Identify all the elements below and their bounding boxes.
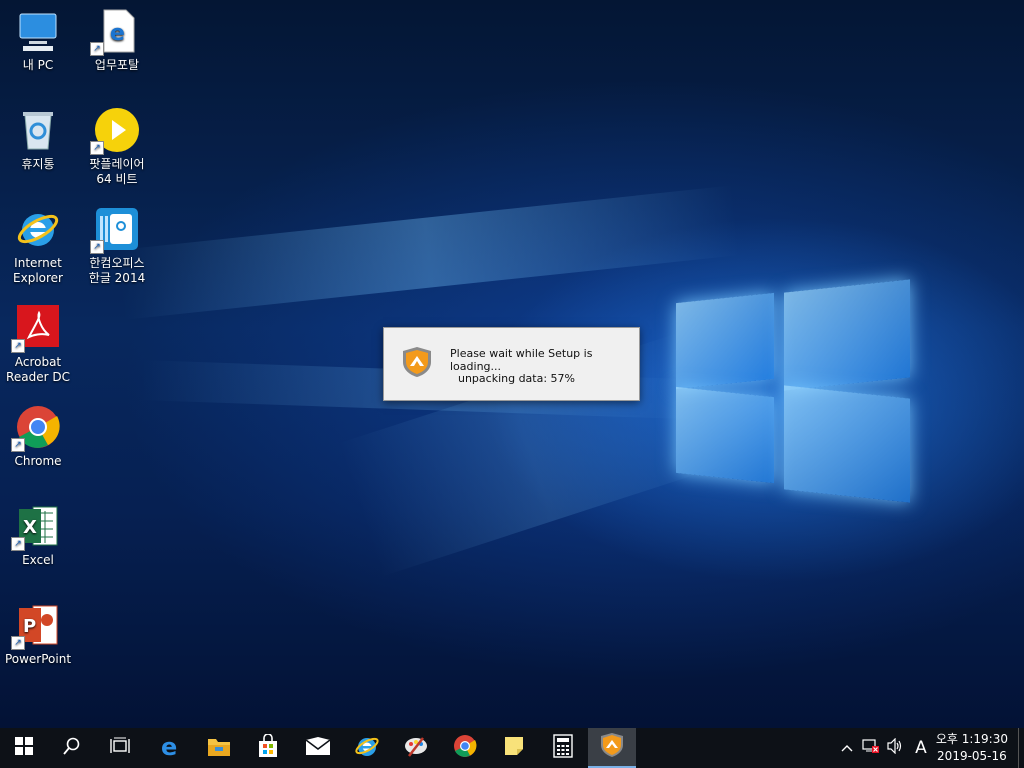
- desktop-icon-label-line1: 한컴오피스: [89, 256, 145, 270]
- desktop-icon-label: 업무포탈: [94, 58, 140, 72]
- taskbar-chrome[interactable]: [441, 728, 489, 768]
- show-hidden-icons-chevron-icon[interactable]: [838, 741, 856, 756]
- shortcut-arrow-icon: ↗: [11, 339, 25, 353]
- taskbar-mail[interactable]: [294, 728, 342, 768]
- taskbar-edge[interactable]: e: [147, 728, 195, 768]
- desktop-icon-label-line2: 64 비트: [96, 172, 138, 186]
- start-button[interactable]: [0, 728, 48, 768]
- taskbar-file-explorer[interactable]: [195, 728, 243, 768]
- desktop-icon-chrome[interactable]: ↗ Chrome: [0, 404, 76, 469]
- taskbar-internet-explorer[interactable]: [343, 728, 391, 768]
- setup-loading-dialog: Please wait while Setup is loading... un…: [383, 327, 640, 401]
- desktop-icon-work-portal[interactable]: e ↗ 업무포탈: [79, 8, 155, 73]
- desktop-icon-recycle-bin[interactable]: 휴지통: [0, 107, 76, 172]
- task-view-button[interactable]: [96, 728, 144, 768]
- sticky-notes-icon: [503, 735, 525, 761]
- svg-text:X: X: [23, 517, 37, 538]
- clock-date: 2019-05-16: [937, 749, 1007, 763]
- mail-icon: [305, 736, 331, 760]
- desktop-icon-label-line1: 팟플레이어: [89, 157, 145, 171]
- chrome-icon: ↗: [11, 404, 61, 452]
- shortcut-arrow-icon: ↗: [11, 537, 25, 551]
- taskbar-sticky-notes[interactable]: [490, 728, 538, 768]
- desktop-icon-hwp[interactable]: ↗ 한컴오피스 한글 2014: [79, 206, 155, 286]
- system-tray: A: [838, 728, 932, 768]
- clock[interactable]: 오후 1:19:30 2019-05-16: [936, 731, 1008, 765]
- store-icon: [256, 733, 280, 762]
- calculator-icon: [553, 734, 573, 762]
- taskbar: e A 오후 1:19:30 2019-05-16: [0, 728, 1024, 768]
- edge-icon: e: [159, 733, 183, 762]
- search-button[interactable]: [48, 728, 96, 768]
- windows-logo-graphic: [676, 268, 912, 504]
- hwp-icon: ↗: [90, 206, 140, 254]
- powerpoint-icon: P ↗: [11, 602, 61, 650]
- shortcut-arrow-icon: ↗: [90, 240, 104, 254]
- paint-icon: [403, 734, 429, 762]
- desktop-icon-label: 내 PC: [22, 58, 54, 72]
- dialog-message: Please wait while Setup is loading...: [450, 347, 593, 373]
- acrobat-icon: ↗: [11, 305, 61, 353]
- shortcut-arrow-icon: ↗: [11, 438, 25, 452]
- svg-text:e: e: [110, 21, 125, 46]
- taskbar-paint[interactable]: [392, 728, 440, 768]
- clock-time: 오후 1:19:30: [935, 732, 1008, 746]
- internet-explorer-icon: [354, 733, 380, 763]
- setup-shield-icon: [600, 732, 624, 762]
- shortcut-arrow-icon: ↗: [90, 42, 104, 56]
- desktop-icon-acrobat[interactable]: ↗ Acrobat Reader DC: [0, 305, 76, 385]
- svg-text:e: e: [161, 734, 177, 758]
- desktop-icon-label: Excel: [22, 553, 54, 567]
- search-icon: [63, 737, 81, 759]
- computer-icon: [15, 8, 61, 54]
- show-desktop-button[interactable]: [1018, 728, 1024, 768]
- desktop-icon-label-line1: Acrobat: [14, 355, 62, 369]
- taskbar-setup-active[interactable]: [588, 728, 636, 768]
- taskbar-store[interactable]: [244, 728, 292, 768]
- desktop-icon-label-line2: Reader DC: [6, 370, 70, 384]
- shortcut-arrow-icon: ↗: [90, 141, 104, 155]
- shortcut-arrow-icon: ↗: [11, 636, 25, 650]
- network-disconnected-icon[interactable]: [860, 738, 882, 758]
- desktop-icon-label-line1: Internet: [14, 256, 62, 270]
- potplayer-icon: ↗: [90, 107, 140, 155]
- chrome-icon: [453, 734, 477, 762]
- desktop-icon-internet-explorer[interactable]: Internet Explorer: [0, 206, 76, 286]
- start-icon: [15, 737, 33, 759]
- volume-icon[interactable]: [884, 737, 906, 758]
- desktop-icon-label-line2: 한글 2014: [88, 271, 146, 285]
- recycle-bin-icon: [15, 107, 61, 153]
- dialog-status: unpacking data: 57%: [457, 372, 576, 385]
- task-view-icon: [110, 737, 130, 759]
- desktop-icon-my-pc[interactable]: 내 PC: [0, 8, 76, 73]
- desktop-icon-label: Chrome: [14, 454, 62, 468]
- excel-icon: X ↗: [11, 503, 61, 551]
- svg-text:P: P: [23, 616, 36, 637]
- file-explorer-icon: [207, 735, 231, 761]
- edge-document-icon: e ↗: [90, 8, 140, 56]
- internet-explorer-icon: [15, 206, 61, 252]
- desktop-icon-label-line2: Explorer: [13, 271, 63, 285]
- desktop-icon-potplayer[interactable]: ↗ 팟플레이어 64 비트: [79, 107, 155, 187]
- desktop-icon-powerpoint[interactable]: P ↗ PowerPoint: [0, 602, 76, 667]
- desktop-icon-excel[interactable]: X ↗ Excel: [0, 503, 76, 568]
- input-indicator[interactable]: A: [910, 738, 932, 758]
- desktop-icon-label: 휴지통: [21, 157, 55, 171]
- taskbar-calculator[interactable]: [539, 728, 587, 768]
- desktop-icon-label: PowerPoint: [4, 652, 72, 666]
